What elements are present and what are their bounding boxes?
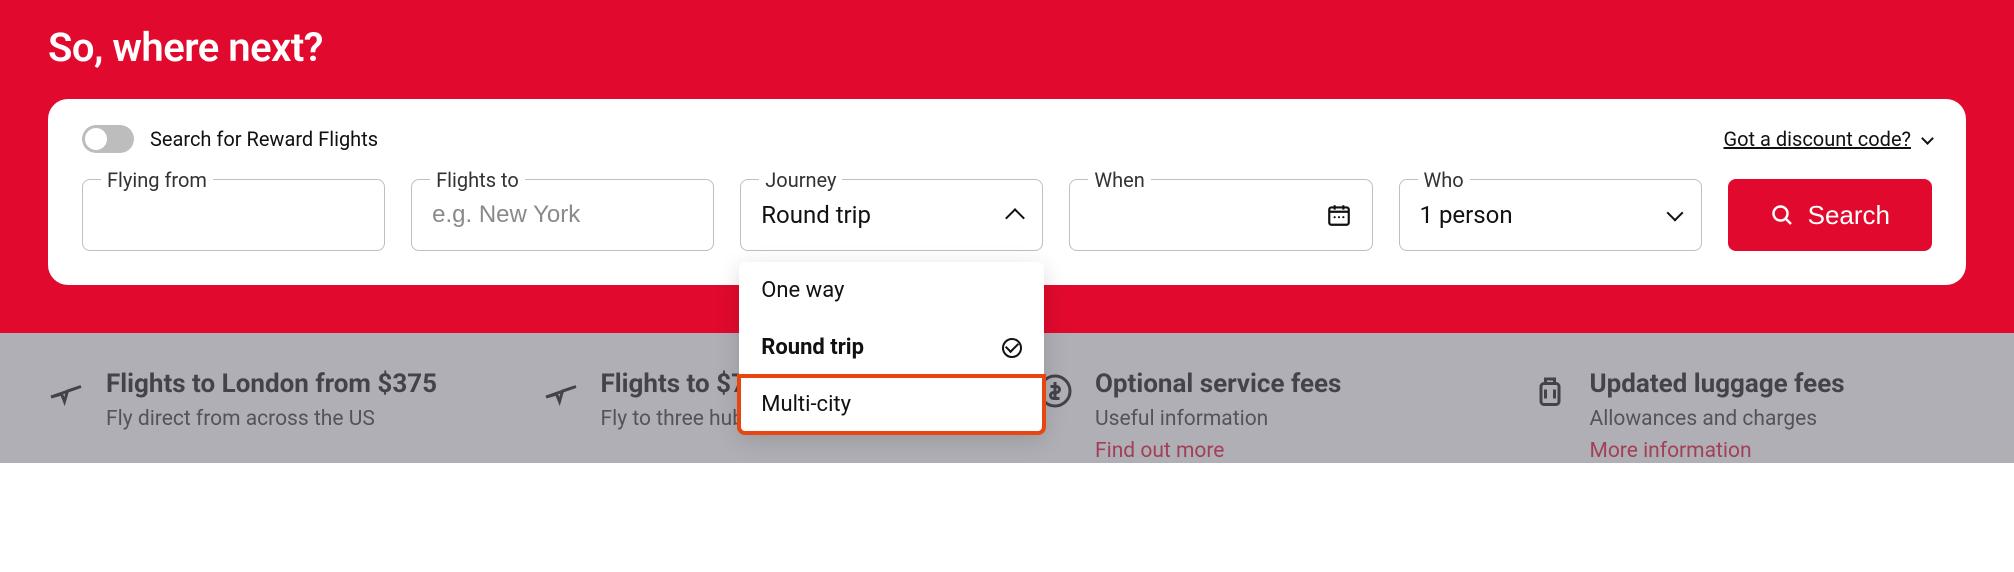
promo-card[interactable]: Optional service fees Useful information… (1037, 369, 1472, 463)
promo-title: Flights to London from $375 (106, 369, 437, 399)
reward-flights-label: Search for Reward Flights (150, 127, 378, 151)
journey-option-multi-city[interactable]: Multi-city (739, 376, 1044, 433)
check-circle-icon (1002, 338, 1022, 358)
who-field[interactable]: Who 1 person (1399, 179, 1702, 251)
toggle-knob (85, 128, 107, 150)
flying-from-input[interactable] (103, 201, 364, 229)
flying-from-label: Flying from (101, 168, 213, 192)
who-value: 1 person (1420, 201, 1513, 229)
promo-subtitle: Useful information (1095, 407, 1341, 431)
chevron-down-icon (1666, 205, 1683, 222)
discount-code-link[interactable]: Got a discount code? (1724, 127, 1933, 151)
who-label: Who (1418, 168, 1470, 192)
promo-subtitle: Allowances and charges (1590, 407, 1845, 431)
promo-card[interactable]: Flights to London from $375 Fly direct f… (48, 369, 483, 463)
hero-title: So, where next? (48, 24, 1966, 71)
journey-option-label: Multi-city (761, 392, 851, 417)
when-label: When (1088, 168, 1150, 192)
calendar-icon (1326, 202, 1352, 228)
discount-code-text: Got a discount code? (1724, 127, 1912, 151)
promo-link[interactable]: Find out more (1095, 439, 1341, 463)
flights-to-label: Flights to (430, 168, 525, 192)
journey-option-one-way[interactable]: One way (739, 262, 1044, 319)
when-field[interactable]: When (1069, 179, 1372, 251)
promo-link[interactable]: More information (1590, 439, 1845, 463)
journey-option-round-trip[interactable]: Round trip (739, 319, 1044, 376)
search-button-label: Search (1808, 200, 1890, 231)
journey-option-label: Round trip (761, 335, 864, 360)
promo-title: Updated luggage fees (1590, 369, 1845, 399)
hero-section: So, where next? Search for Reward Flight… (0, 0, 2014, 333)
journey-type-select[interactable]: Journey Round trip One way Round trip Mu… (740, 179, 1043, 251)
card-top-row: Search for Reward Flights Got a discount… (82, 125, 1932, 153)
journey-dropdown: One way Round trip Multi-city (739, 262, 1044, 433)
search-fields-row: Flying from Flights to Journey Round tri… (82, 179, 1932, 251)
plane-icon (543, 373, 579, 409)
promo-card[interactable]: Updated luggage fees Allowances and char… (1532, 369, 1967, 463)
chevron-up-icon (1005, 208, 1025, 228)
journey-value: Round trip (761, 201, 871, 229)
promo-title: Optional service fees (1095, 369, 1341, 399)
reward-flights-toggle[interactable] (82, 125, 134, 153)
plane-icon (48, 373, 84, 409)
chevron-down-icon (1921, 132, 1934, 145)
journey-option-label: One way (761, 278, 844, 303)
flight-search-card: Search for Reward Flights Got a discount… (48, 99, 1966, 285)
flights-to-field[interactable]: Flights to (411, 179, 714, 251)
journey-label: Journey (759, 168, 842, 192)
reward-flights-toggle-wrap: Search for Reward Flights (82, 125, 378, 153)
promo-subtitle: Fly direct from across the US (106, 407, 437, 431)
flying-from-field[interactable]: Flying from (82, 179, 385, 251)
luggage-icon (1532, 373, 1568, 409)
flights-to-input[interactable] (432, 201, 693, 229)
search-button[interactable]: Search (1728, 179, 1932, 251)
search-icon (1770, 203, 1794, 227)
